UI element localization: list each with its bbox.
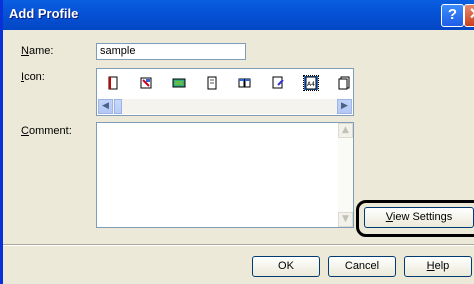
help-title-button[interactable]: ? [441,4,464,27]
view-settings-button[interactable]: View Settings [364,207,474,228]
two-pages-icon[interactable] [238,76,252,90]
icon-label: Icon: [21,71,45,83]
landscape-image-document-icon[interactable] [139,76,153,90]
comment-textarea[interactable]: ▲ ▼ [96,122,354,228]
icon-list-horizontal-scrollbar[interactable]: ◀ ▶ [98,99,352,114]
portrait-document-icon-2[interactable] [205,76,219,90]
help-button[interactable]: Help [404,256,472,277]
portrait-document-icon[interactable] [106,76,120,90]
scroll-right-icon[interactable]: ▶ [337,99,352,114]
stacked-document-icon[interactable] [337,76,351,90]
comment-label: Comment: [21,125,72,137]
close-button[interactable]: ✕ [464,4,474,27]
photo-document-icon[interactable] [172,76,186,90]
comment-vertical-scrollbar[interactable]: ▲ ▼ [338,123,353,227]
add-profile-dialog: Add Profile ? ✕ Name: sample Icon: A4 ◀ … [0,0,474,284]
scroll-left-icon[interactable]: ◀ [98,99,113,114]
cancel-button[interactable]: Cancel [328,256,396,277]
name-label: Name: [21,45,54,57]
scroll-thumb[interactable] [114,99,122,114]
separator [3,244,474,246]
ok-button[interactable]: OK [252,256,320,277]
scroll-up-icon[interactable]: ▲ [338,123,353,138]
name-field[interactable]: sample [96,43,246,60]
scroll-down-icon[interactable]: ▼ [338,212,353,227]
icon-list[interactable]: A4 ◀ ▶ [96,68,354,116]
window-title: Add Profile [9,6,79,21]
a4-page-icon[interactable]: A4 [303,75,319,91]
title-bar[interactable]: Add Profile ? ✕ [3,0,474,30]
svg-text:A4: A4 [307,81,315,88]
document-edit-icon[interactable] [271,76,285,90]
